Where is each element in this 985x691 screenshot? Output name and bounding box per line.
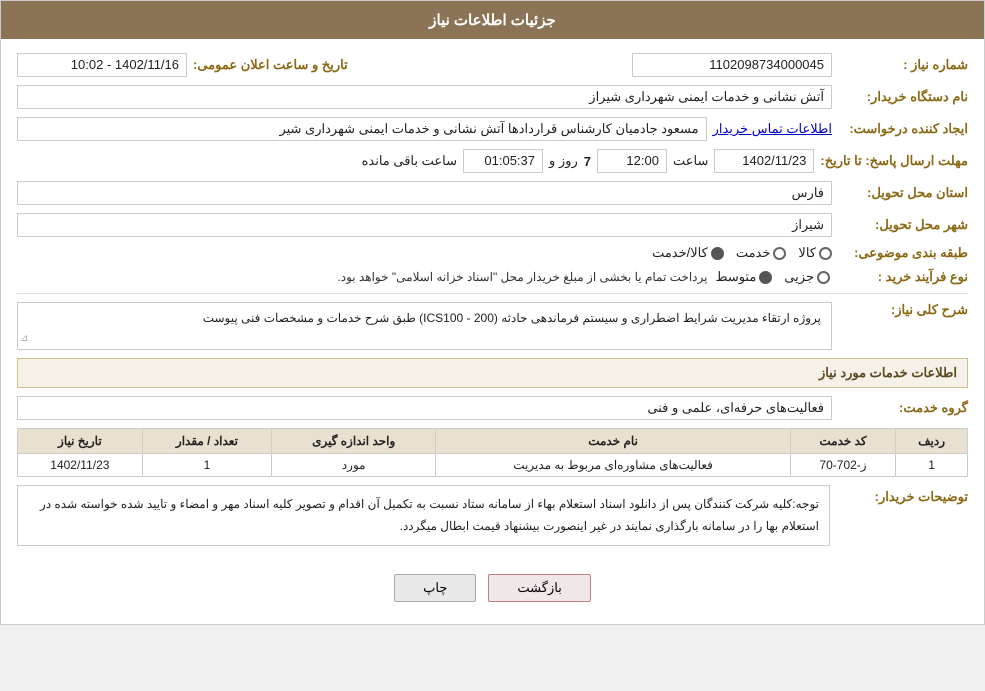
province-value: فارس [17,181,832,205]
deadline-days: 7 [584,154,591,169]
deadline-remaining-label: ساعت باقی مانده [362,153,457,169]
deadline-day-label: روز و [549,153,578,169]
col-name: نام خدمت [436,429,791,454]
deadline-date: 1402/11/23 [714,149,814,173]
need-number-label: شماره نیاز : [838,57,968,73]
notice-text: توجه:کلیه شرکت کنندگان پس از دانلود اسنا… [17,485,830,546]
page-header: جزئیات اطلاعات نیاز [1,1,984,39]
radio-jozee-icon [817,271,830,284]
radio-kala-icon [819,247,832,260]
city-value: شیراز [17,213,832,237]
resize-handle: ⊿ [20,331,28,347]
purchase-option-jozee[interactable]: جزیی [784,269,830,285]
deadline-label: مهلت ارسال پاسخ: تا تاریخ: [820,153,968,169]
service-group-value: فعالیت‌های حرفه‌ای، علمی و فنی [17,396,832,420]
back-button[interactable]: بازگشت [488,574,590,602]
table-cell-row: 1 [896,454,968,477]
col-unit: واحد اندازه گیری [272,429,436,454]
creator-contact-link[interactable]: اطلاعات تماس خریدار [713,121,832,137]
table-cell-unit: مورد [272,454,436,477]
table-cell-code: ز-702-70 [790,454,895,477]
province-label: استان محل تحویل: [838,185,968,201]
desc-label: شرح کلی نیاز: [838,302,968,318]
col-qty: تعداد / مقدار [142,429,271,454]
radio-khedmat-icon [773,247,786,260]
deadline-remaining: 01:05:37 [463,149,543,173]
announce-date-label: تاریخ و ساعت اعلان عمومی: [193,57,348,73]
category-option-kala-khedmat[interactable]: کالا/خدمت [652,245,724,261]
col-row: ردیف [896,429,968,454]
print-button[interactable]: چاپ [394,574,476,602]
purchase-type-radio-group: جزیی متوسط [715,269,830,285]
notice-label: توضیحات خریدار: [838,485,968,505]
table-cell-name: فعالیت‌های مشاوره‌ای مربوط به مدیریت [436,454,791,477]
city-label: شهر محل تحویل: [838,217,968,233]
buyer-org-value: آتش نشانی و خدمات ایمنی شهرداری شیراز [17,85,832,109]
creator-label: ایجاد کننده درخواست: [838,121,968,137]
category-option-kala[interactable]: کالا [798,245,832,261]
buttons-row: بازگشت چاپ [17,562,968,610]
buyer-org-label: نام دستگاه خریدار: [838,89,968,105]
creator-value: مسعود جادمیان کارشناس قراردادها آتش نشان… [17,117,707,141]
category-label: طبقه بندی موضوعی: [838,245,968,261]
table-row: 1ز-702-70فعالیت‌های مشاوره‌ای مربوط به م… [18,454,968,477]
purchase-type-label: نوع فرآیند خرید : [838,269,968,285]
col-date: تاریخ نیاز [18,429,143,454]
radio-kala-khedmat-icon [711,247,724,260]
announce-date-value: 1402/11/16 - 10:02 [17,53,187,77]
desc-content: پروژه ارتقاء مدیریت شرایط اضطراری و سیست… [17,302,832,350]
table-cell-qty: 1 [142,454,271,477]
col-code: کد خدمت [790,429,895,454]
deadline-time: 12:00 [597,149,667,173]
page-title: جزئیات اطلاعات نیاز [429,12,556,29]
purchase-note: پرداخت تمام یا بخشی از مبلغ خریدار محل "… [17,270,707,284]
services-section-title: اطلاعات خدمات مورد نیاز [17,358,968,388]
service-group-label: گروه خدمت: [838,400,968,416]
category-option-khedmat[interactable]: خدمت [736,245,787,261]
services-table: ردیف کد خدمت نام خدمت واحد اندازه گیری ت… [17,428,968,477]
radio-motavasset-icon [759,271,772,284]
table-cell-date: 1402/11/23 [18,454,143,477]
need-number-value: 1102098734000045 [632,53,832,77]
purchase-option-motavasset[interactable]: متوسط [715,269,772,285]
deadline-time-label: ساعت [673,153,708,169]
category-radio-group: کالا خدمت کالا/خدمت [652,245,832,261]
